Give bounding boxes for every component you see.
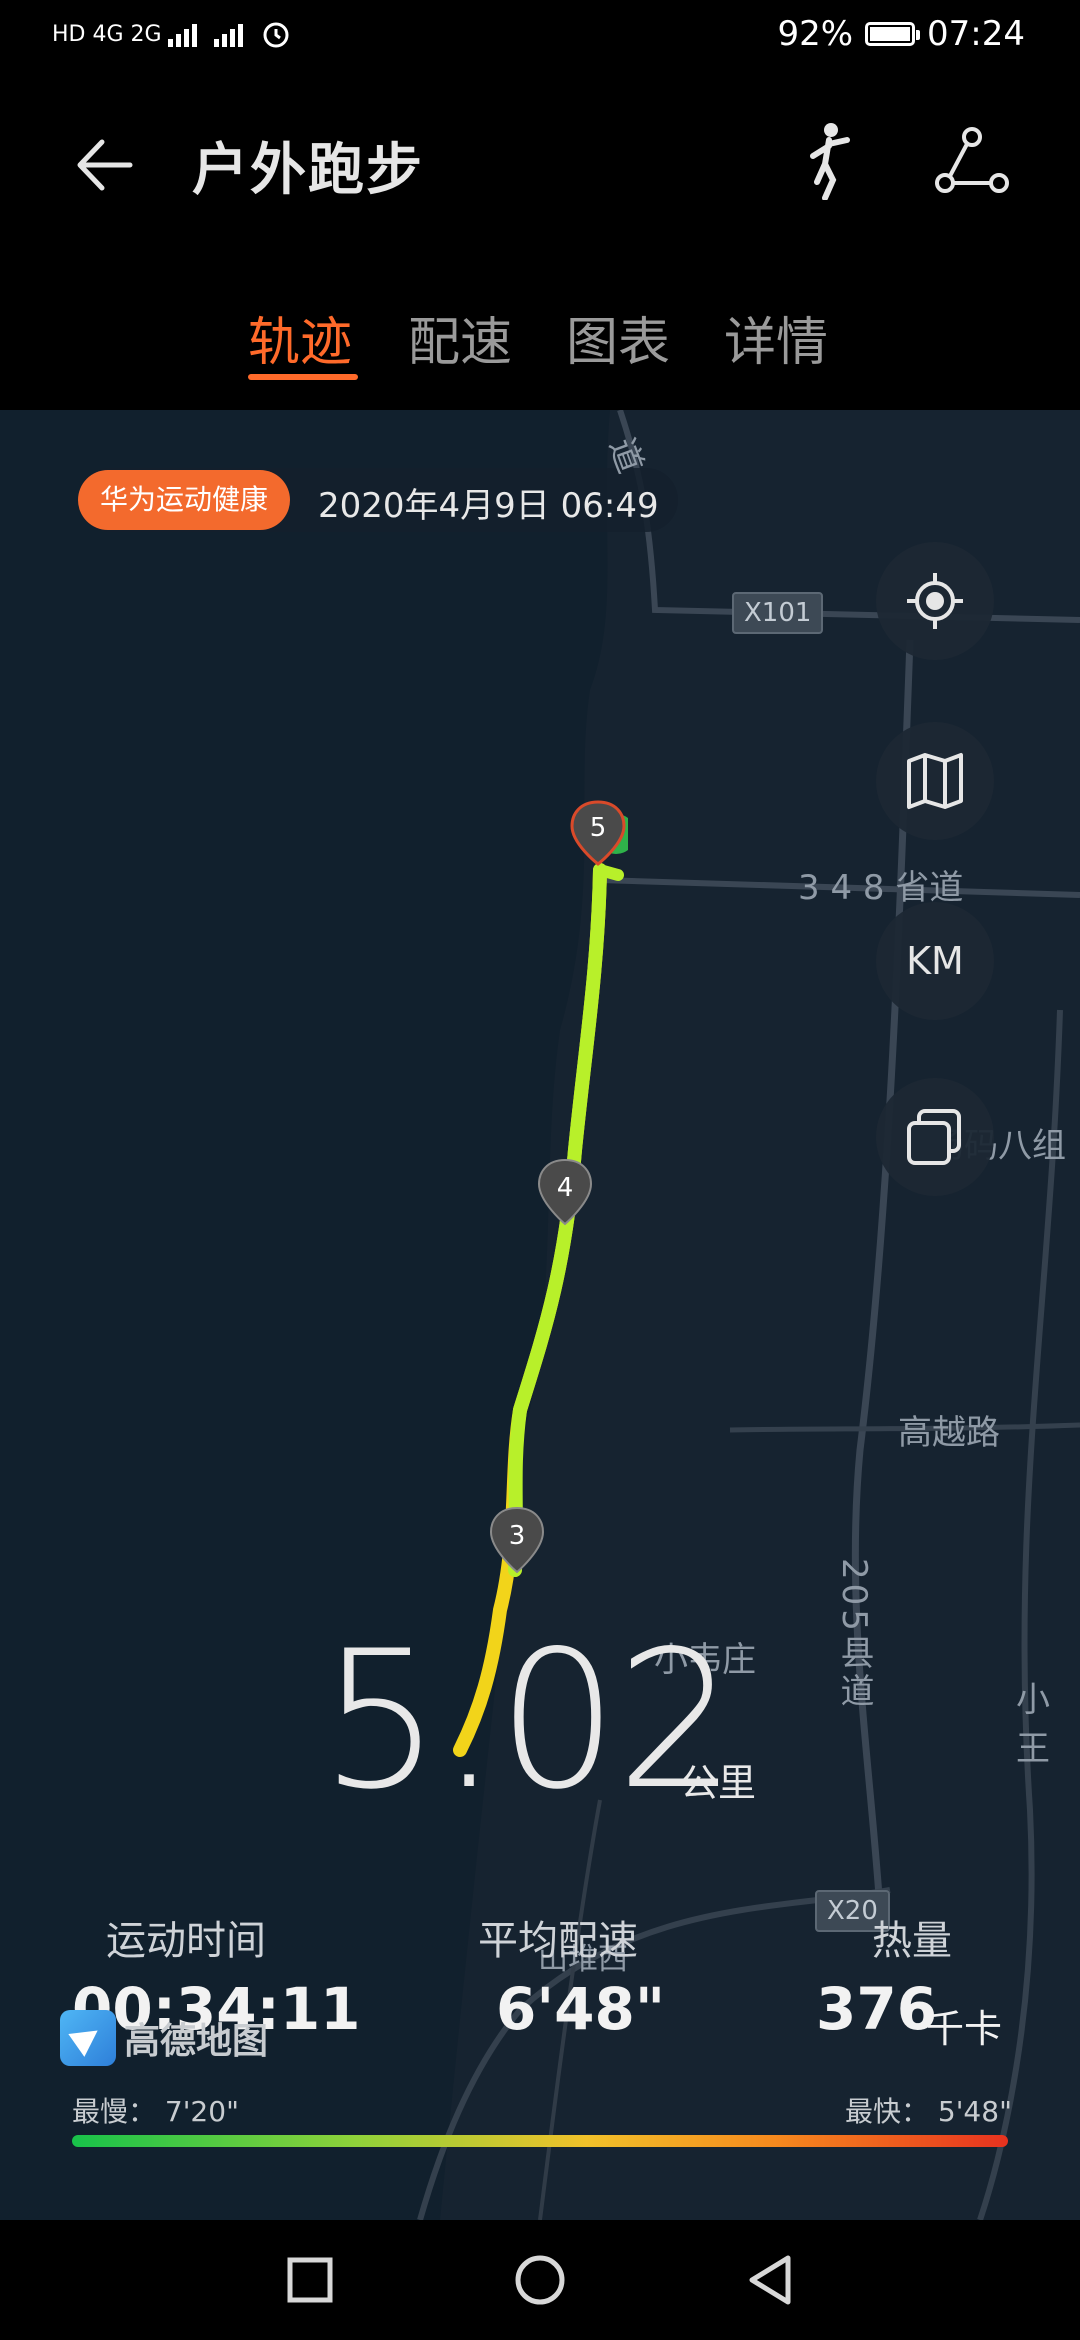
tab-track[interactable]: 轨迹 <box>248 300 352 375</box>
locate-icon <box>907 573 963 629</box>
status-bar: HD 4G 2G 92% 07:24 <box>0 0 1080 75</box>
map-label-xiaowang: 小王 <box>1016 1680 1050 1769</box>
slowest-pace-value: 7'20" <box>164 2095 239 2128</box>
tab-bar: 轨迹 配速 图表 详情 <box>0 250 1080 410</box>
map-attribution: 高德地图 <box>60 2010 268 2066</box>
map-label-county-road: 205县道 <box>834 1558 874 1711</box>
active-tab-indicator <box>248 374 358 380</box>
km-marker-5-label: 5 <box>590 813 607 843</box>
fastest-pace: 最快： 5'48" <box>845 2090 1012 2130</box>
pace-gradient-bar <box>72 2135 1008 2147</box>
layers-button[interactable] <box>876 1078 994 1196</box>
avg-pace-label: 平均配速 <box>478 1918 638 1964</box>
route-map[interactable]: 华为运动健康 2020年4月9日 06:49 X101 3 4 8 省道 杨码八… <box>0 410 1080 2220</box>
km-toggle-label: KM <box>906 939 964 983</box>
battery-icon <box>865 22 921 46</box>
alarm-icon <box>263 22 289 48</box>
back-arrow-icon[interactable] <box>70 130 140 200</box>
road-tag-x101: X101 <box>732 592 824 634</box>
signal-icon <box>167 24 197 47</box>
signal-indicators: HD 4G 2G <box>52 18 292 50</box>
km-marker-4[interactable]: 4 <box>537 1158 593 1234</box>
home-icon[interactable] <box>510 2250 570 2310</box>
tab-details[interactable]: 详情 <box>724 300 828 375</box>
network-status: HD 4G 2G <box>52 21 162 47</box>
map-icon <box>907 753 963 809</box>
km-marker-4-label: 4 <box>557 1173 574 1203</box>
running-figure-icon[interactable] <box>795 120 865 200</box>
amap-logo-icon <box>60 2010 116 2066</box>
system-nav-bar <box>0 2220 1080 2340</box>
map-attribution-text: 高德地图 <box>124 2021 269 2062</box>
tab-pace[interactable]: 配速 <box>408 300 512 375</box>
tab-chart[interactable]: 图表 <box>566 300 670 375</box>
distance-value: 5.02 <box>320 1610 737 1831</box>
duration-label: 运动时间 <box>106 1918 266 1964</box>
fastest-pace-value: 5'48" <box>937 2095 1012 2128</box>
source-badge: 华为运动健康 <box>78 470 291 530</box>
app-header: 户外跑步 <box>0 75 1080 250</box>
signal-icon <box>213 24 243 47</box>
battery-percent: 92% <box>777 14 854 54</box>
recent-apps-icon[interactable] <box>280 2250 340 2310</box>
back-icon[interactable] <box>740 2250 800 2310</box>
slowest-pace: 最慢： 7'20" <box>72 2090 239 2130</box>
layers-icon <box>907 1109 961 1165</box>
calories-unit: 千卡 <box>926 2007 1003 2051</box>
avg-pace-value: 6'48" <box>496 1975 666 2043</box>
fastest-pace-label: 最快： <box>845 2095 930 2128</box>
calories-value: 376 <box>816 1975 938 2043</box>
map-label-gaoyue-road: 高越路 <box>898 1413 1000 1453</box>
page-title: 户外跑步 <box>192 138 424 203</box>
km-marker-3-label: 3 <box>509 1521 526 1551</box>
clock: 07:24 <box>927 14 1025 54</box>
km-marker-5[interactable]: 5 <box>568 800 628 880</box>
slowest-pace-label: 最慢： <box>72 2095 157 2128</box>
calories-label: 热量 <box>872 1918 952 1964</box>
locate-button[interactable] <box>876 542 994 660</box>
route-nodes-icon[interactable] <box>935 125 1010 200</box>
distance-unit: 公里 <box>680 1761 757 1805</box>
map-type-button[interactable] <box>876 722 994 840</box>
km-marker-3[interactable]: 3 <box>489 1506 545 1582</box>
km-toggle-button[interactable]: KM <box>876 902 994 1020</box>
activity-datetime: 2020年4月9日 06:49 <box>318 486 659 526</box>
